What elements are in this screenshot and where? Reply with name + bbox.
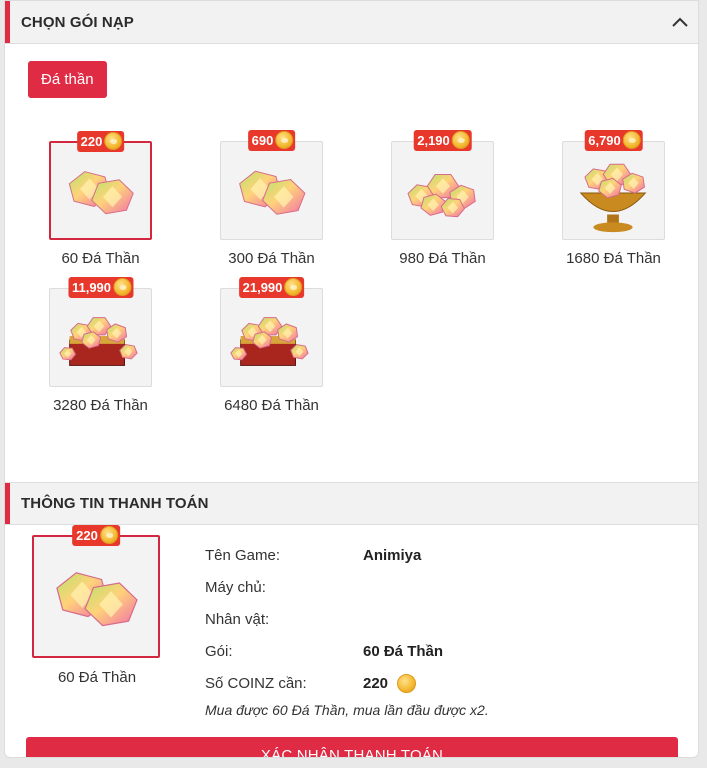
package-name: 60 Đá Thần	[61, 250, 140, 267]
detail-row-server: Máy chủ:	[205, 571, 665, 603]
detail-value: Animiya	[363, 546, 422, 564]
category-tabs: Đá thần	[5, 44, 698, 142]
detail-value: 60 Đá Thần	[363, 642, 444, 660]
price-badge: 11,990	[67, 277, 134, 298]
package-name: 60 Đá Thần	[57, 669, 137, 686]
gem-icon	[34, 537, 158, 656]
package-item[interactable]: 2,190 980 Đá Thần	[357, 130, 528, 267]
gem-chest-icon	[50, 289, 151, 386]
payment-info-header: THÔNG TIN THANH TOÁN	[5, 482, 698, 525]
coin-icon	[275, 131, 294, 149]
coin-icon	[99, 526, 118, 544]
package-grid: 220 60 Đá Thần 690 300 Đá Thần 2,190 980…	[5, 130, 698, 482]
package-thumbnail: 6,790	[562, 130, 665, 240]
gem-chest-big-icon	[221, 289, 322, 386]
package-item[interactable]: 690 300 Đá Thần	[186, 130, 357, 267]
package-thumbnail: 220	[49, 131, 152, 240]
detail-value: 220	[363, 673, 417, 693]
package-thumbnail: 11,990	[49, 277, 152, 387]
price-badge: 6,790	[584, 130, 643, 151]
detail-label: Nhân vật:	[205, 610, 270, 628]
detail-row-game: Tên Game: Animiya	[205, 539, 665, 571]
package-item[interactable]: 21,990 6480 Đá Thần	[186, 277, 357, 414]
package-item[interactable]: 6,790 1680 Đá Thần	[528, 130, 698, 267]
gem-pile-icon	[392, 142, 493, 239]
gem-chalice-icon	[563, 142, 664, 239]
gem-icon	[221, 142, 322, 239]
package-item[interactable]: 11,990 3280 Đá Thần	[15, 277, 186, 414]
chevron-up-icon[interactable]	[670, 12, 690, 32]
coin-icon	[113, 278, 132, 296]
package-thumbnail: 21,990	[220, 277, 323, 387]
coin-icon	[451, 131, 470, 149]
payment-details: Tên Game: Animiya Máy chủ: Nhân vật: Gói…	[205, 539, 665, 719]
coin-icon	[622, 131, 641, 149]
section-title: THÔNG TIN THANH TOÁN	[21, 495, 209, 512]
detail-label: Tên Game:	[205, 546, 281, 564]
price-badge: 690	[247, 130, 296, 151]
topup-card: CHỌN GÓI NẠP Đá thần 220 60 Đá Thần 690 …	[4, 0, 699, 758]
gem-icon	[51, 143, 150, 238]
detail-row-package: Gói: 60 Đá Thần	[205, 635, 665, 667]
selected-package-preview: 220 60 Đá Thần	[32, 525, 162, 686]
package-name: 300 Đá Thần	[228, 250, 315, 267]
package-item[interactable]: 220 60 Đá Thần	[15, 131, 186, 267]
price-badge: 220	[76, 131, 125, 152]
package-name: 6480 Đá Thần	[224, 397, 319, 414]
coin-icon	[104, 132, 123, 150]
price-badge: 21,990	[238, 277, 305, 298]
tab-da-than[interactable]: Đá thần	[28, 61, 107, 98]
confirm-payment-button[interactable]: XÁC NHẬN THANH TOÁN	[26, 737, 678, 757]
detail-row-coinz: Số COINZ cần: 220	[205, 667, 665, 699]
coin-icon	[397, 673, 417, 693]
package-thumbnail: 220	[32, 525, 160, 658]
package-thumbnail: 2,190	[391, 130, 494, 240]
detail-row-character: Nhân vật:	[205, 603, 665, 635]
payment-info-body: 220 60 Đá Thần Tên Game: Animiya Máy chủ…	[5, 525, 698, 757]
package-thumbnail: 690	[220, 130, 323, 240]
select-package-header: CHỌN GÓI NẠP	[5, 1, 698, 44]
coinz-amount: 220	[363, 674, 389, 692]
package-name: 980 Đá Thần	[399, 250, 486, 267]
detail-label: Máy chủ:	[205, 578, 266, 596]
section-title: CHỌN GÓI NẠP	[21, 13, 134, 31]
detail-label: Gói:	[205, 642, 233, 660]
purchase-note: Mua được 60 Đá Thần, mua lần đầu được x2…	[205, 702, 489, 718]
package-name: 1680 Đá Thần	[566, 250, 661, 267]
price-badge: 220	[72, 525, 120, 546]
price-badge: 2,190	[413, 130, 472, 151]
package-name: 3280 Đá Thần	[53, 397, 148, 414]
coin-icon	[284, 278, 303, 296]
detail-label: Số COINZ cần:	[205, 674, 307, 692]
